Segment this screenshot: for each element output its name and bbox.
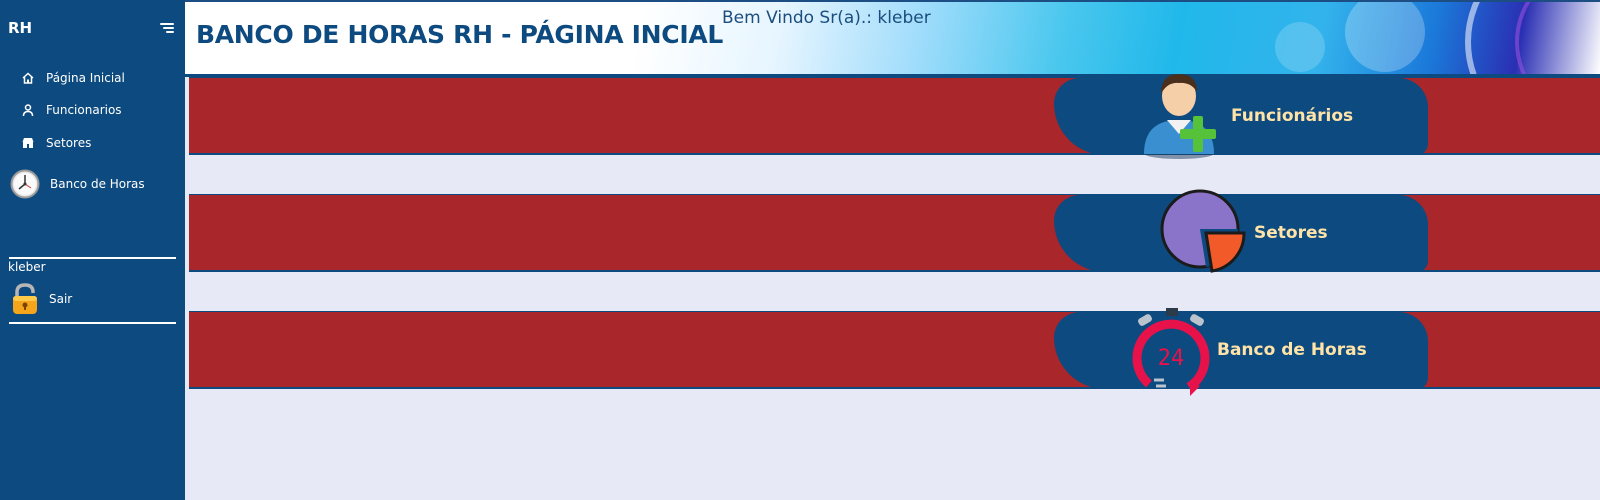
pie-chart-icon [1160, 189, 1252, 285]
building-icon [20, 135, 36, 151]
setores-label: Setores [1254, 223, 1328, 243]
stopwatch-number: 24 [1158, 346, 1185, 371]
sidebar-username: kleber [8, 260, 46, 274]
sidebar-item-label: Setores [46, 136, 92, 150]
user-icon [20, 102, 36, 118]
stopwatch-24-icon: 24 [1126, 308, 1216, 402]
sidebar-item-label: Página Inicial [46, 71, 125, 85]
sidebar-item-funcionarios[interactable]: Funcionarios [0, 96, 185, 124]
clock-icon [10, 169, 40, 199]
banco-de-horas-button[interactable]: 24 Banco de Horas [1054, 308, 1428, 396]
sidebar-item-label: Banco de Horas [50, 177, 145, 191]
banner-decoration [1275, 22, 1325, 72]
sidebar-item-label: Funcionarios [46, 103, 122, 117]
logout-label: Sair [49, 292, 73, 306]
home-icon [20, 70, 36, 86]
banco-de-horas-label: Banco de Horas [1217, 340, 1367, 360]
sidebar-divider [9, 257, 176, 259]
banner-decoration [1345, 2, 1425, 72]
sidebar-item-setores[interactable]: Setores [0, 129, 185, 157]
lock-icon [8, 282, 42, 316]
sidebar: RH Página Inicial Funcionarios Setores B… [0, 0, 185, 500]
funcionarios-button[interactable]: Funcionários [1054, 74, 1428, 159]
card-row-banco-de-horas: 24 Banco de Horas [189, 308, 1600, 396]
sidebar-item-banco-de-horas[interactable]: Banco de Horas [0, 166, 185, 202]
funcionarios-label: Funcionários [1231, 106, 1354, 126]
card-row-funcionarios: Funcionários [189, 74, 1600, 159]
add-user-icon [1139, 68, 1229, 164]
page-title: BANCO DE HORAS RH - PÁGINA INCIAL [196, 20, 724, 49]
banner-swoosh [1515, 2, 1600, 74]
logout-button[interactable]: Sair [8, 282, 72, 316]
header-banner: BANCO DE HORAS RH - PÁGINA INCIAL Bem Vi… [185, 0, 1600, 77]
brand-logo[interactable]: RH [8, 19, 32, 37]
sidebar-divider [9, 322, 176, 324]
welcome-message: Bem Vindo Sr(a).: kleber [722, 8, 931, 28]
setores-button[interactable]: Setores [1054, 189, 1428, 273]
sidebar-item-pagina-inicial[interactable]: Página Inicial [0, 64, 185, 92]
card-row-setores: Setores [189, 189, 1600, 273]
menu-toggle-icon[interactable] [160, 23, 174, 35]
